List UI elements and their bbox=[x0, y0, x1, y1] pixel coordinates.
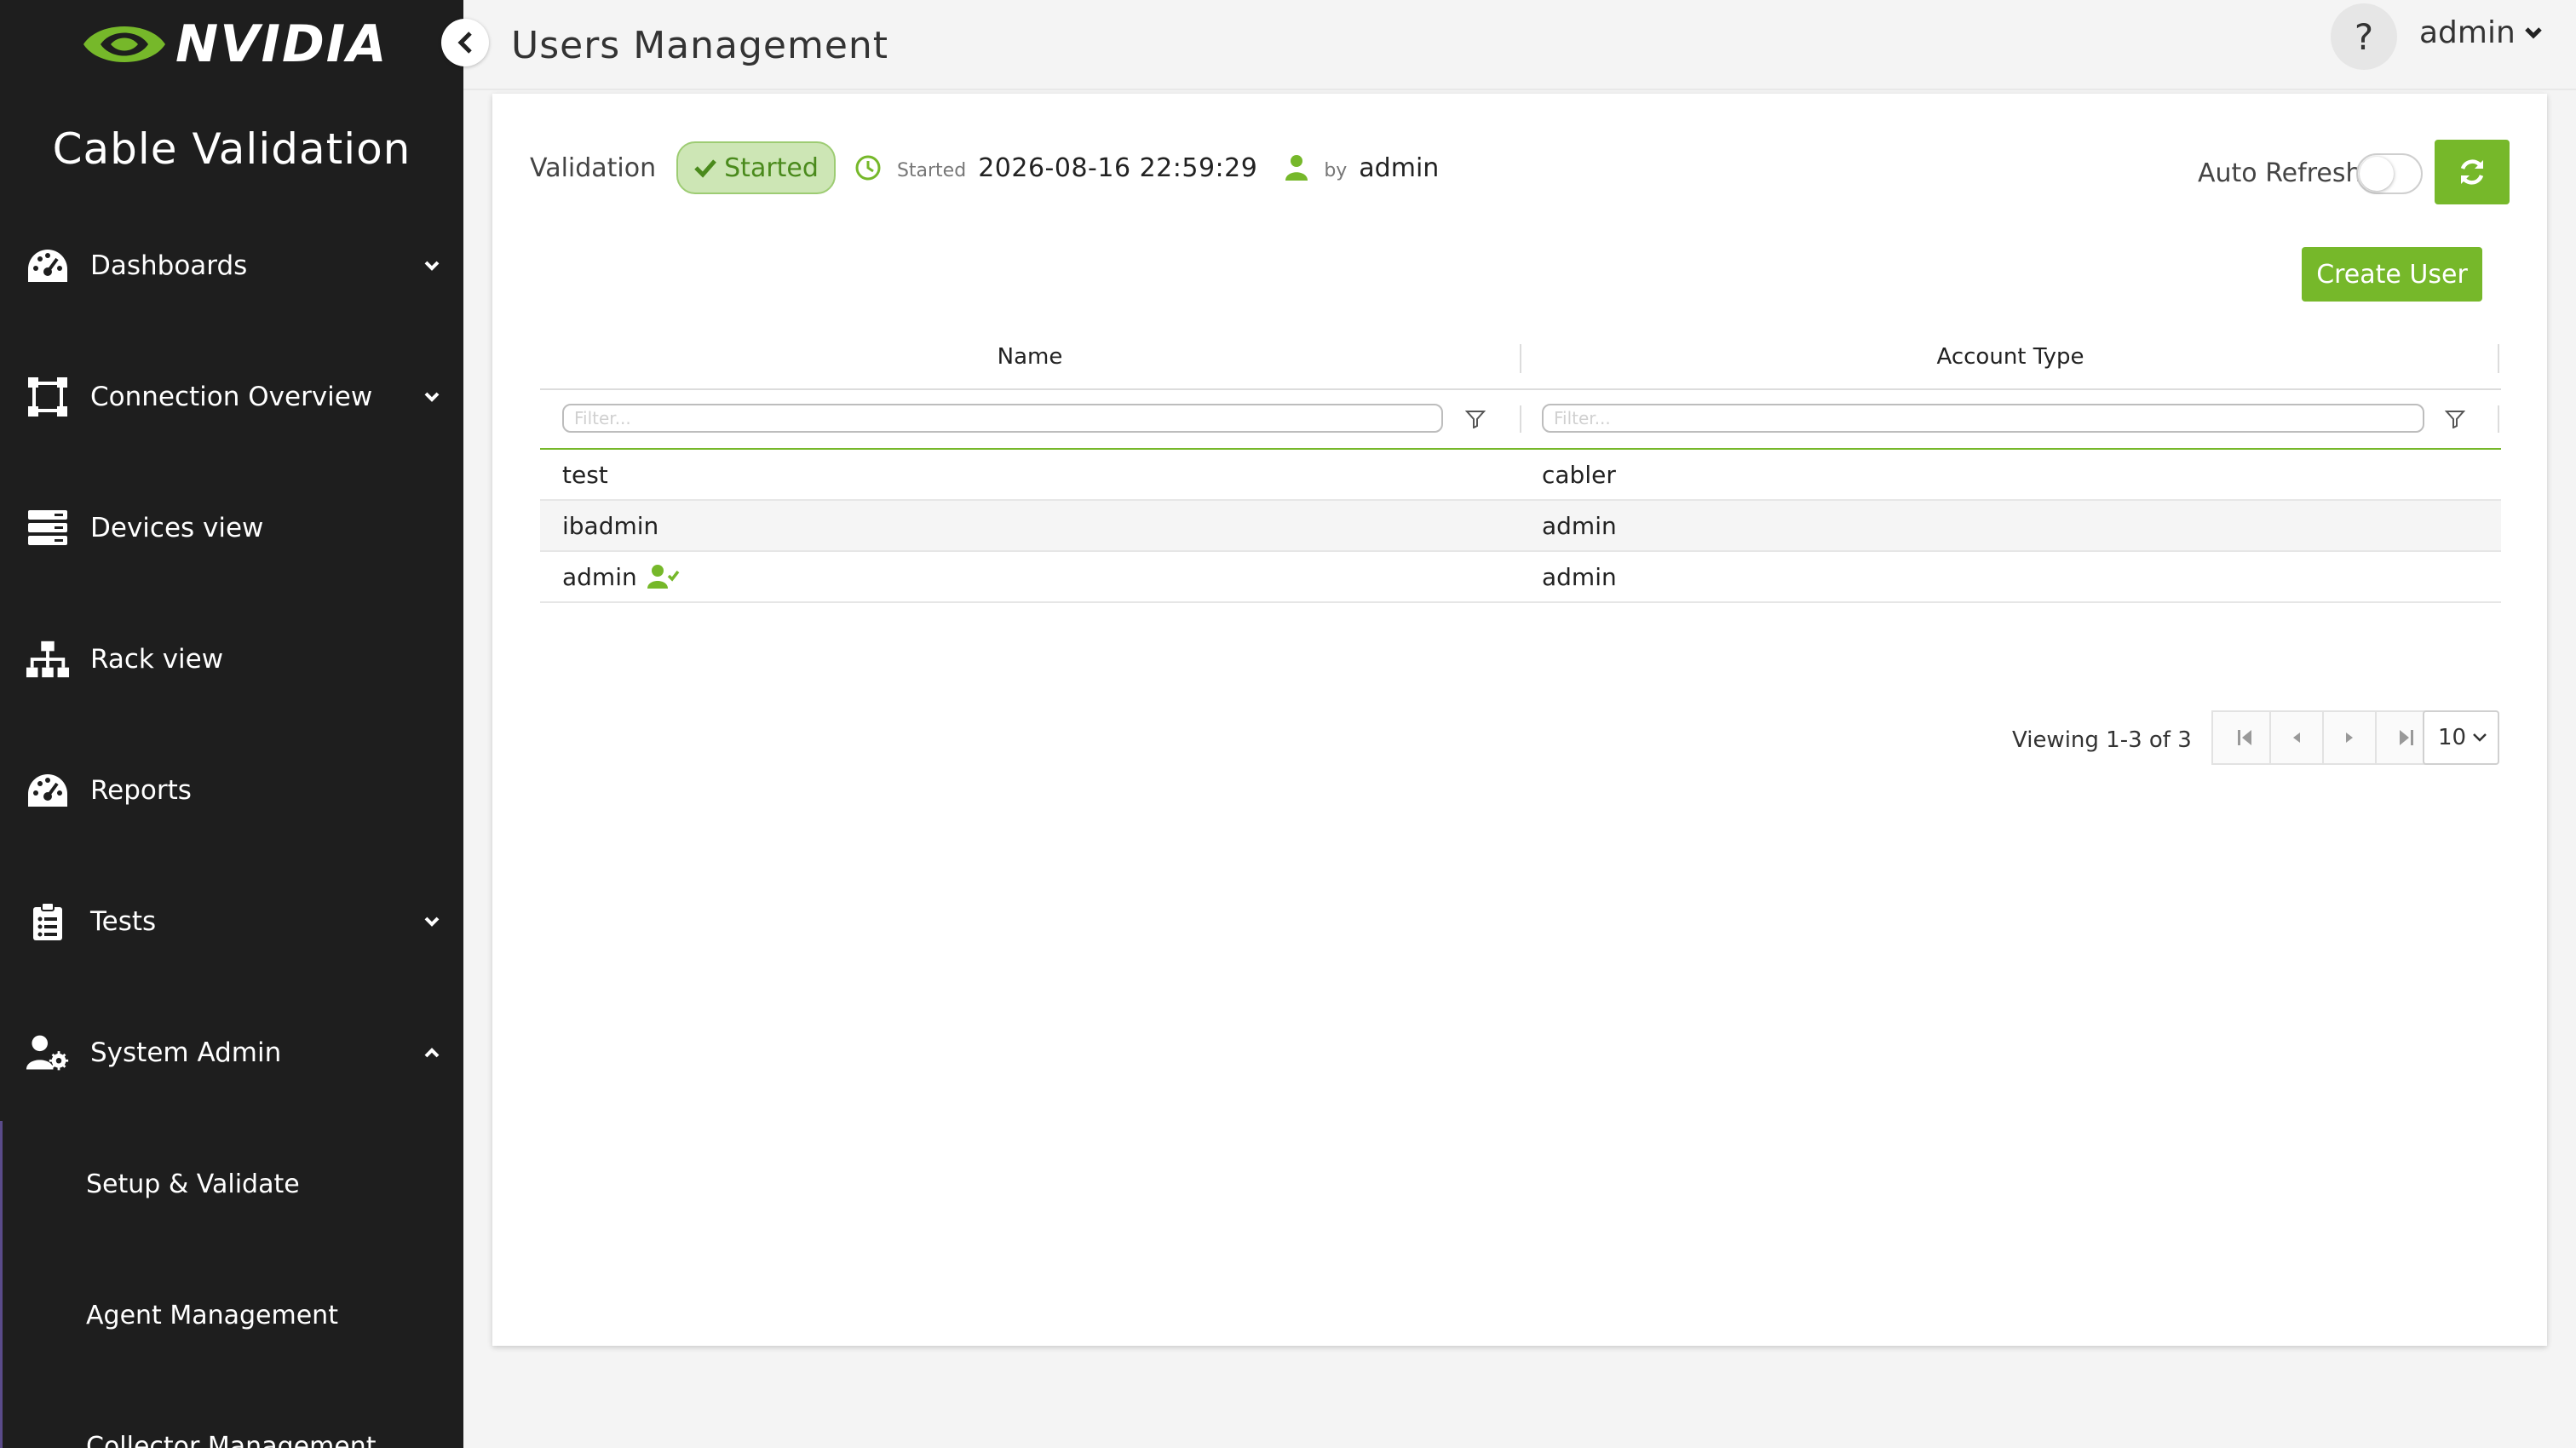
cell-name: ibadmin bbox=[562, 501, 658, 550]
page-title: Users Management bbox=[511, 24, 889, 67]
header-divider bbox=[463, 89, 2576, 90]
user-name: ibadmin bbox=[562, 511, 659, 540]
last-page-icon bbox=[2400, 730, 2413, 745]
pagination-summary: Viewing 1-3 of 3 bbox=[2012, 727, 2192, 753]
cell-account-type: cabler bbox=[1542, 450, 1616, 499]
filter-icon[interactable] bbox=[2443, 407, 2467, 431]
column-divider bbox=[2498, 405, 2499, 433]
column-divider bbox=[1520, 405, 1521, 433]
sidebar-subitem-collector-management[interactable]: Collector Management bbox=[0, 1412, 463, 1448]
cell-account-type: admin bbox=[1542, 501, 1617, 550]
pagination: Viewing 1-3 of 3 10 bbox=[492, 710, 2547, 767]
refresh-button[interactable] bbox=[2435, 140, 2510, 204]
connection-frame-icon bbox=[26, 375, 70, 419]
gauge-icon bbox=[26, 768, 70, 813]
table-row[interactable]: ibadmin admin bbox=[540, 501, 2501, 552]
sidebar-item-label: Devices view bbox=[90, 513, 264, 543]
network-tree-icon bbox=[26, 637, 70, 681]
first-page-button[interactable] bbox=[2211, 710, 2278, 765]
chevron-left-icon bbox=[457, 32, 472, 54]
current-user-check-icon bbox=[647, 565, 680, 589]
user-menu[interactable]: admin bbox=[2419, 15, 2543, 50]
sidebar-item-label: Dashboards bbox=[90, 250, 248, 281]
by-label: by bbox=[1324, 159, 1348, 181]
check-icon bbox=[694, 159, 717, 178]
filter-icon[interactable] bbox=[1463, 407, 1487, 431]
clipboard-icon bbox=[26, 899, 70, 944]
account-type: admin bbox=[1542, 562, 1617, 591]
account-type: admin bbox=[1542, 511, 1617, 540]
auto-refresh-toggle[interactable] bbox=[2356, 153, 2423, 194]
gauge-icon bbox=[26, 244, 70, 288]
column-header-name[interactable]: Name bbox=[540, 324, 1520, 390]
auto-refresh-label: Auto Refresh bbox=[2198, 158, 2362, 188]
validation-label: Validation bbox=[530, 152, 657, 183]
sidebar-subitem-agent-management[interactable]: Agent Management bbox=[0, 1281, 463, 1349]
cell-name: admin bbox=[562, 552, 680, 601]
sidebar-item-connection-overview[interactable]: Connection Overview bbox=[0, 363, 463, 431]
filter-row bbox=[540, 390, 2501, 450]
table-header: Name Account Type bbox=[540, 324, 2501, 390]
started-by-user: admin bbox=[1359, 152, 1440, 183]
user-icon bbox=[1285, 154, 1308, 181]
next-page-button[interactable] bbox=[2322, 710, 2377, 765]
sidebar-item-rack-view[interactable]: Rack view bbox=[0, 625, 463, 693]
sidebar-item-system-admin[interactable]: System Admin bbox=[0, 1019, 463, 1087]
toggle-knob bbox=[2360, 157, 2394, 191]
create-user-button[interactable]: Create User bbox=[2302, 247, 2482, 302]
sidebar-collapse-button[interactable] bbox=[441, 19, 489, 66]
sidebar-item-devices-view[interactable]: Devices view bbox=[0, 494, 463, 562]
chevron-down-icon bbox=[423, 912, 441, 931]
app-title: Cable Validation bbox=[52, 124, 411, 174]
table-row[interactable]: test cabler bbox=[540, 450, 2501, 501]
column-header-account-type[interactable]: Account Type bbox=[1521, 324, 2499, 390]
status-badge: Started bbox=[676, 141, 836, 194]
page-size-select[interactable]: 10 bbox=[2423, 710, 2499, 765]
page-size-value: 10 bbox=[2438, 725, 2467, 750]
cell-name: test bbox=[562, 450, 608, 499]
sidebar-item-label: Connection Overview bbox=[90, 382, 373, 412]
logo-text: NVIDIA bbox=[175, 14, 388, 74]
chevron-down-icon bbox=[2473, 733, 2487, 742]
table-row[interactable]: admin admin bbox=[540, 552, 2501, 603]
sidebar-subitem-setup-validate[interactable]: Setup & Validate bbox=[0, 1150, 463, 1218]
account-type-filter-input[interactable] bbox=[1542, 404, 2424, 433]
sidebar-item-label: Rack view bbox=[90, 644, 224, 675]
user-gear-icon bbox=[26, 1031, 70, 1075]
column-divider bbox=[2498, 344, 2499, 373]
refresh-icon bbox=[2460, 159, 2484, 185]
previous-page-icon bbox=[2293, 733, 2300, 743]
users-table: Name Account Type test cabler bbox=[540, 324, 2501, 603]
user-name: test bbox=[562, 460, 608, 489]
sidebar-item-label: Tests bbox=[90, 906, 157, 937]
first-page-icon bbox=[2238, 730, 2251, 745]
next-page-icon bbox=[2346, 733, 2353, 743]
sidebar-item-reports[interactable]: Reports bbox=[0, 756, 463, 825]
user-menu-name: admin bbox=[2419, 15, 2516, 50]
validation-status: Validation Started Started 2026-08-16 22… bbox=[530, 140, 1439, 196]
help-button[interactable]: ? bbox=[2331, 3, 2397, 70]
clock-icon bbox=[854, 154, 882, 181]
sidebar-item-label: Reports bbox=[90, 775, 192, 806]
started-time: 2026-08-16 22:59:29 bbox=[978, 152, 1258, 183]
cell-account-type: admin bbox=[1542, 552, 1617, 601]
nvidia-eye-icon bbox=[83, 26, 165, 62]
user-name: admin bbox=[562, 562, 637, 591]
sidebar-item-dashboards[interactable]: Dashboards bbox=[0, 232, 463, 300]
chevron-up-icon bbox=[423, 1043, 441, 1062]
chevron-down-icon bbox=[423, 256, 441, 275]
server-stack-icon bbox=[26, 506, 70, 550]
chevron-down-icon bbox=[2525, 26, 2542, 39]
nvidia-logo: NVIDIA bbox=[82, 10, 388, 78]
previous-page-button[interactable] bbox=[2269, 710, 2324, 765]
sidebar-item-label: System Admin bbox=[90, 1037, 282, 1068]
name-filter-input[interactable] bbox=[562, 404, 1443, 433]
sidebar-item-tests[interactable]: Tests bbox=[0, 888, 463, 956]
users-card: Validation Started Started 2026-08-16 22… bbox=[492, 94, 2547, 1346]
status-badge-text: Started bbox=[724, 152, 819, 183]
sidebar: NVIDIA Cable Validation Dashboards Conne… bbox=[0, 0, 463, 1448]
account-type: cabler bbox=[1542, 460, 1616, 489]
started-label: Started bbox=[896, 159, 967, 181]
chevron-down-icon bbox=[423, 388, 441, 406]
